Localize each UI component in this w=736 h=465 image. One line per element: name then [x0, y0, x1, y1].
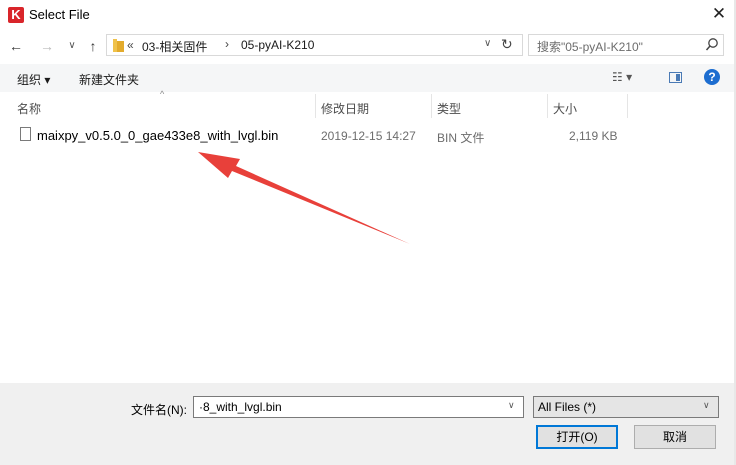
- organize-button[interactable]: 组织 ▾: [17, 71, 50, 88]
- up-button[interactable]: ↑: [85, 36, 101, 56]
- command-bar: 组织 ▾ 新建文件夹 ☷ ▾ ?: [0, 64, 736, 92]
- folder-icon: [113, 39, 124, 52]
- chevron-down-icon[interactable]: ∨: [703, 400, 710, 411]
- column-header-size[interactable]: 大小: [553, 100, 577, 117]
- forward-button[interactable]: →: [39, 36, 55, 56]
- filename-field[interactable]: ·8_with_lvgl.bin ∨: [193, 396, 524, 418]
- column-header-date[interactable]: 修改日期: [321, 100, 369, 117]
- column-divider[interactable]: [431, 94, 432, 118]
- filename-value: ·8_with_lvgl.bin: [199, 400, 282, 414]
- breadcrumb-separator[interactable]: ›: [225, 37, 229, 51]
- chevron-down-icon[interactable]: ∨: [508, 400, 515, 411]
- filename-label: 文件名(N):: [131, 403, 187, 417]
- file-type: BIN 文件: [437, 131, 485, 145]
- search-icon[interactable]: [705, 37, 719, 53]
- view-options-button[interactable]: ☷ ▾: [612, 70, 632, 84]
- new-folder-button[interactable]: 新建文件夹: [79, 71, 139, 88]
- address-bar[interactable]: « 03-相关固件 › 05-pyAI-K210 ∨ ↻: [106, 34, 523, 56]
- column-header-type[interactable]: 类型: [437, 100, 461, 117]
- breadcrumb-item[interactable]: 03-相关固件: [142, 38, 207, 55]
- app-icon: K: [8, 7, 24, 23]
- file-name[interactable]: maixpy_v0.5.0_0_gae433e8_with_lvgl.bin: [37, 128, 278, 143]
- file-type-select[interactable]: All Files (*) ∨: [533, 396, 719, 418]
- search-input[interactable]: 搜索"05-pyAI-K210": [528, 34, 724, 56]
- breadcrumb-overflow[interactable]: «: [127, 38, 134, 52]
- recent-locations-button[interactable]: ∨: [64, 36, 80, 56]
- refresh-icon[interactable]: ↻: [501, 36, 513, 53]
- column-divider[interactable]: [627, 94, 628, 118]
- help-icon[interactable]: ?: [704, 69, 720, 85]
- column-header-name[interactable]: 名称: [17, 100, 41, 117]
- breadcrumb-item[interactable]: 05-pyAI-K210: [241, 38, 314, 52]
- sort-indicator-icon: ^: [160, 89, 165, 99]
- file-type-value: All Files (*): [538, 400, 597, 414]
- back-button[interactable]: ←: [8, 36, 24, 56]
- search-placeholder: 搜索"05-pyAI-K210": [537, 40, 643, 54]
- file-row[interactable]: maixpy_v0.5.0_0_gae433e8_with_lvgl.bin 2…: [15, 125, 635, 147]
- chevron-down-icon[interactable]: ∨: [484, 38, 491, 49]
- file-icon: [20, 127, 31, 141]
- window-title: Select File: [29, 7, 90, 22]
- preview-pane-icon[interactable]: [669, 72, 682, 83]
- column-divider[interactable]: [547, 94, 548, 118]
- title-bar: [0, 0, 736, 30]
- file-size: 2,119 KB: [569, 129, 618, 143]
- open-button[interactable]: 打开(O): [536, 425, 618, 449]
- cancel-button[interactable]: 取消: [634, 425, 716, 449]
- file-date: 2019-12-15 14:27: [321, 129, 416, 143]
- close-button[interactable]: ✕: [706, 2, 732, 26]
- column-divider[interactable]: [315, 94, 316, 118]
